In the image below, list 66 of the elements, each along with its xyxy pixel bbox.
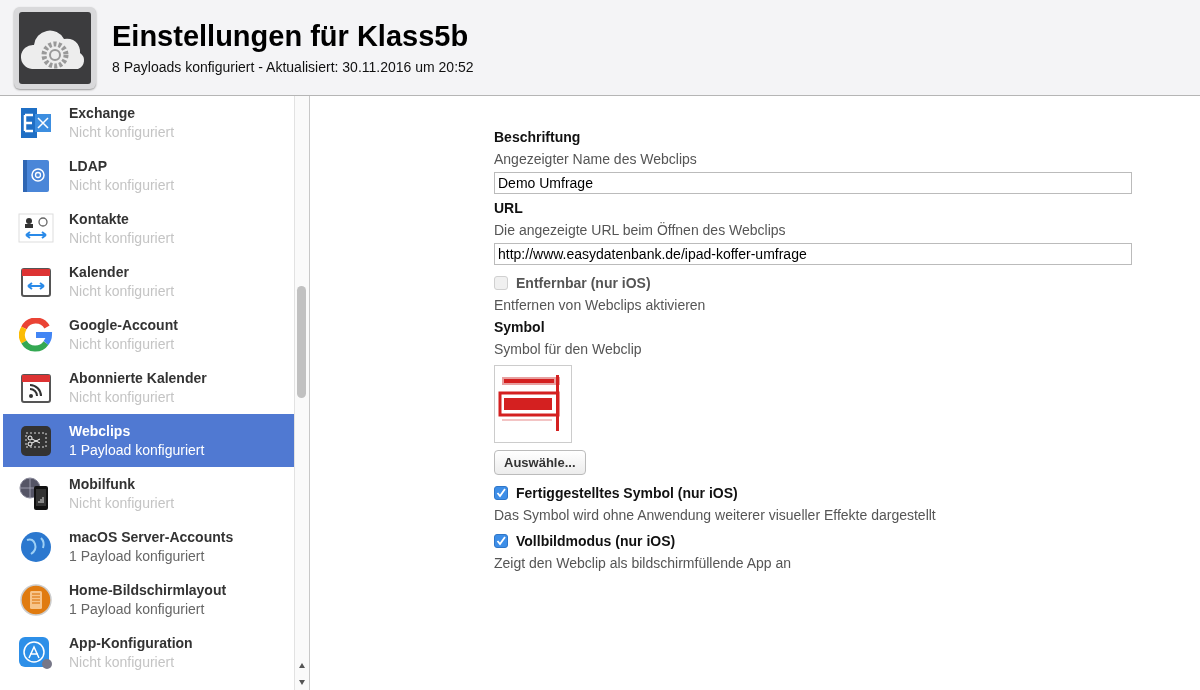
checkbox[interactable] bbox=[494, 534, 508, 548]
address-book-icon bbox=[21, 158, 51, 193]
scissors-icon bbox=[20, 424, 52, 457]
sidebar-item[interactable]: Abonnierte Kalender Nicht konfiguriert bbox=[3, 361, 294, 414]
field-hint: Das Symbol wird ohne Anwendung weiterer visueller Effekte dargestellt bbox=[494, 507, 937, 523]
calendar-feed-icon bbox=[20, 371, 52, 404]
checkbox-label: Entfernbar (nur iOS) bbox=[516, 275, 651, 291]
item-title: LDAP bbox=[69, 158, 109, 174]
item-title: Abonnierte Kalender bbox=[69, 370, 207, 386]
item-status: Nicht konfiguriert bbox=[69, 336, 176, 352]
field-hint: Symbol für den Webclip bbox=[494, 341, 643, 357]
item-status: 1 Payload konfiguriert bbox=[69, 548, 206, 564]
input-field[interactable]: Demo Umfrage bbox=[494, 172, 1132, 194]
field-label: URL bbox=[494, 200, 524, 216]
sidebar-item[interactable]: Home-Bildschirmlayout 1 Payload konfiguriert bbox=[3, 573, 294, 626]
item-status: Nicht konfiguriert bbox=[69, 124, 175, 140]
choose-button[interactable]: Auswähle... bbox=[494, 450, 586, 475]
field-label: Beschriftung bbox=[494, 129, 582, 145]
item-title: Home-Bildschirmlayout bbox=[69, 582, 227, 598]
sidebar-item[interactable]: Kalender Nicht konfiguriert bbox=[3, 255, 294, 308]
item-status: Nicht konfiguriert bbox=[69, 230, 175, 246]
field-hint: Die angezeigte URL beim Öffnen des Webclips bbox=[494, 222, 787, 238]
item-status: Nicht konfiguriert bbox=[69, 654, 176, 670]
item-title: Google-Account bbox=[69, 317, 178, 333]
item-status: Nicht konfiguriert bbox=[69, 283, 175, 299]
sidebar-item[interactable]: Google-Account Nicht konfiguriert bbox=[3, 308, 294, 361]
globe-icon bbox=[19, 529, 53, 564]
field-hint: Zeigt den Webclip als bildschirmfüllende App an bbox=[494, 555, 793, 571]
item-status: Nicht konfiguriert bbox=[69, 177, 175, 193]
sidebar-item[interactable]: Exchange Nicht konfiguriert bbox=[3, 96, 294, 149]
sidebar-item[interactable]: App-Konfiguration Nicht konfiguriert bbox=[3, 626, 294, 679]
sidebar-item[interactable]: LDAP Nicht konfiguriert bbox=[3, 149, 294, 202]
window-title: Einstellungen für Klass5b bbox=[112, 20, 470, 53]
item-status: 1 Payload konfiguriert bbox=[69, 442, 205, 458]
field-label: Symbol bbox=[494, 319, 546, 335]
item-status: Nicht konfiguriert bbox=[69, 495, 175, 511]
checkbox[interactable] bbox=[494, 486, 508, 500]
checkbox-label: Fertiggestelltes Symbol (nur iOS) bbox=[516, 485, 738, 501]
item-title: Webclips bbox=[69, 423, 132, 439]
letter-g-icon bbox=[19, 317, 53, 352]
subtitle: 8 Payloads konfiguriert - Aktualisiert: 30.11.2016 um 20:52 bbox=[112, 59, 474, 75]
item-title: macOS Server-Accounts bbox=[69, 529, 234, 545]
sidebar-item[interactable]: macOS Server-Accounts 1 Payload konfiguriert bbox=[3, 520, 294, 573]
field-hint: Entfernen von Webclips aktivieren bbox=[494, 297, 707, 313]
input-field[interactable]: http://www.easydatenbank.de/ipad-koffer-umfrage bbox=[494, 243, 1132, 265]
item-title: Kalender bbox=[69, 264, 130, 280]
sidebar-item[interactable]: Mobilfunk Nicht konfiguriert bbox=[3, 467, 294, 520]
tablet-icon bbox=[19, 582, 53, 617]
calendar-sync-icon bbox=[20, 265, 52, 298]
sidebar-item[interactable]: Kontakte Nicht konfiguriert bbox=[3, 202, 294, 255]
app-store-icon bbox=[18, 635, 54, 670]
item-title: Exchange bbox=[69, 105, 137, 121]
item-title: Kontakte bbox=[69, 211, 130, 227]
checkbox-label: Vollbildmodus (nur iOS) bbox=[516, 533, 676, 549]
scroll-thumb[interactable] bbox=[297, 286, 306, 398]
field-hint: Angezeigter Name des Webclips bbox=[494, 151, 698, 167]
item-title: Mobilfunk bbox=[69, 476, 137, 492]
sidebar-item[interactable]: Webclips 1 Payload konfiguriert bbox=[3, 414, 294, 467]
exchange-icon bbox=[19, 105, 53, 140]
scrollbar[interactable] bbox=[294, 96, 309, 690]
item-status: Nicht konfiguriert bbox=[69, 389, 176, 405]
contacts-sync-icon bbox=[18, 212, 54, 245]
item-title: App-Konfiguration bbox=[69, 635, 193, 651]
cloud-gear-icon bbox=[14, 6, 96, 89]
image-well[interactable] bbox=[494, 365, 572, 443]
item-status: 1 Payload konfiguriert bbox=[69, 601, 206, 617]
